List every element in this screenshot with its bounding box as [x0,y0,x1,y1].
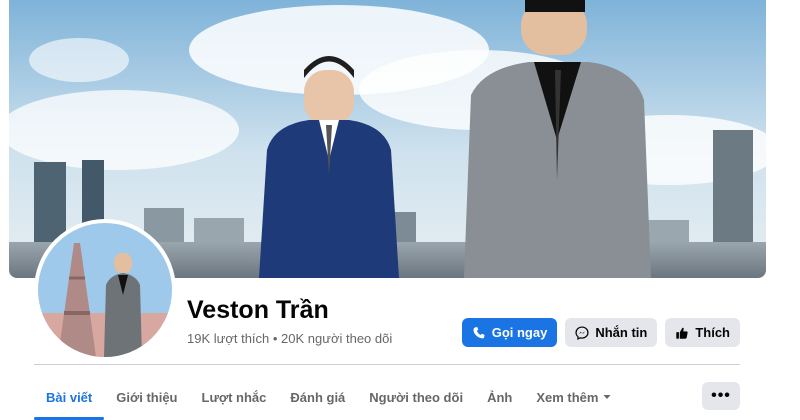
tab-label: Giới thiệu [116,389,178,405]
profile-stats: 19K lượt thích • 20K người theo dõi [187,331,393,346]
profile-actions: Gọi ngay Nhắn tin Thích [461,318,740,347]
profile-name: Veston Trần [187,296,329,324]
profile-page: Veston Trần 19K lượt thích • 20K người t… [0,0,800,420]
tab-label: Xem thêm [536,389,599,405]
phone-icon [473,326,485,338]
tab-posts[interactable]: Bài viết [34,380,105,420]
tab-followers[interactable]: Người theo dõi [357,380,475,414]
tab-label: Người theo dõi [369,389,464,405]
more-options-button[interactable]: ••• [702,382,740,410]
call-button-label: Gọi ngay [491,325,548,340]
tab-about[interactable]: Giới thiệu [104,380,189,414]
tab-see-more[interactable]: Xem thêm [524,380,624,414]
tab-mentions[interactable]: Lượt nhắc [190,380,279,414]
tab-reviews[interactable]: Đánh giá [278,380,357,414]
messenger-icon [575,325,589,340]
profile-avatar[interactable] [34,219,176,361]
like-button[interactable]: Thích [665,318,740,347]
message-button[interactable]: Nhắn tin [565,318,658,347]
avatar-image [38,223,172,357]
header-divider [34,364,740,365]
tab-label: Lượt nhắc [201,389,267,405]
tab-label: Ảnh [487,389,513,405]
thumbs-up-icon [676,327,688,339]
tab-label: Bài viết [46,389,93,405]
tab-photos[interactable]: Ảnh [475,380,524,414]
more-dots-icon: ••• [711,387,731,404]
tab-label: Đánh giá [290,389,346,405]
like-button-label: Thích [695,325,730,340]
caret-down-icon [603,395,611,399]
profile-tabs: Bài viết Giới thiệu Lượt nhắc Đánh giá N… [34,380,624,420]
call-button[interactable]: Gọi ngay [461,318,558,347]
message-button-label: Nhắn tin [595,325,648,340]
